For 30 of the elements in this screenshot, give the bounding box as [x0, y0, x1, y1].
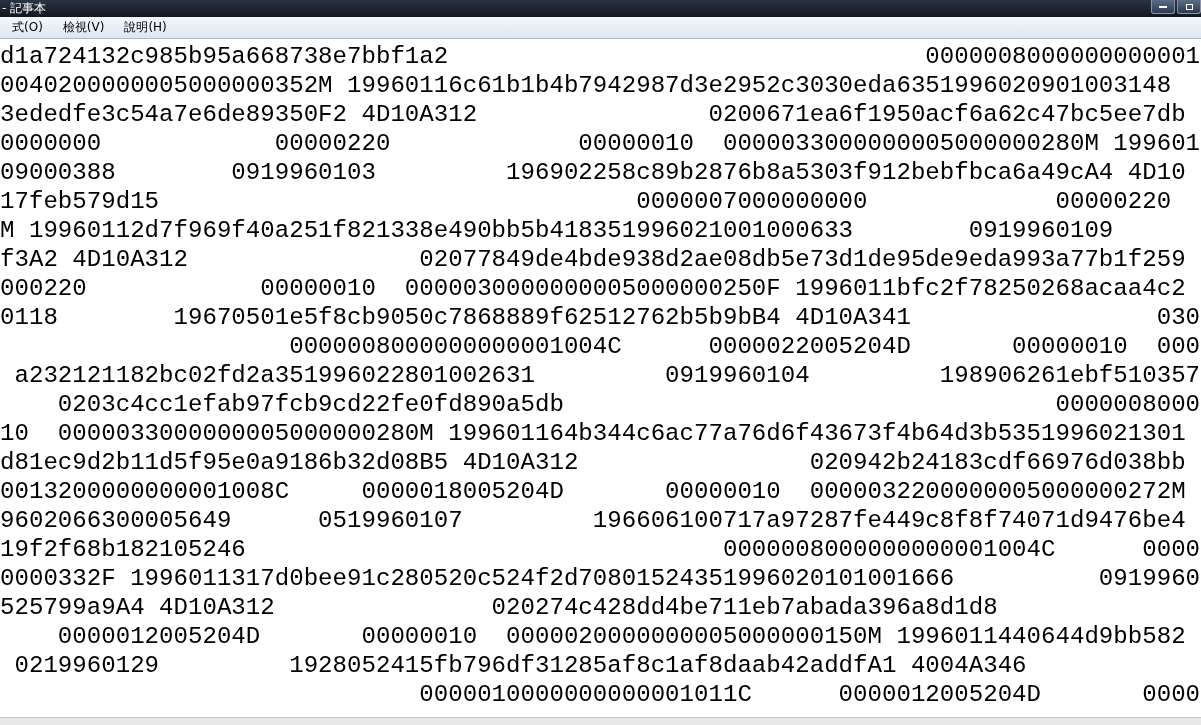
text-line: 10 0000033000000005000000280M 199601164b344c6ac77a76d6f43673f4b64d3b5351996021301: [0, 419, 1187, 448]
maximize-button[interactable]: [1177, 0, 1201, 14]
text-line: 525799a9A4 4D10A312 020274c428dd4be711eb7abada396a8d1d8: [0, 593, 999, 622]
horizontal-scrollbar[interactable]: [0, 717, 1201, 725]
text-line: 0000008000000000001004C 0000022005204D 00000010 000: [288, 332, 1201, 361]
text-line: 0000012005204D 00000010 0000020000000005000000150M 1996011440644d9bb582: [56, 622, 1187, 651]
text-line: 3ededfe3c54a7e6de89350F2 4D10A312 0200671ea6f1950acf6a62c47bc5ee7db: [0, 100, 1187, 129]
text-line: 0000000 00000220 00000010 0000033000000005000000280M 199601: [0, 129, 1201, 158]
text-line: 19f2f68b182105246 0000008000000000001004C 0000: [0, 535, 1201, 564]
text-line: 0040200000005000000352M 19960116c61b1b4b7942987d3e2952c3030eda6351996020901003148: [0, 71, 1173, 100]
text-line: M 19960112d7f969f40a251f821338e490bb5b418351996021001000633 0919960109: [0, 216, 1115, 245]
minimize-button[interactable]: [1151, 0, 1175, 14]
text-line: 09000388 0919960103 196902258c89b2876b8a5303f912bebfbca6a49cA4 4D10: [0, 158, 1187, 187]
text-line: f3A2 4D10A312 02077849de4bde938d2ae08db5e73d1de95de9eda993a77b1f259: [0, 245, 1187, 274]
menu-item[interactable]: 說明(H): [122, 19, 169, 36]
text-line: 9602066300005649 0519960107 196606100717a97287fe449c8f8f74071d9476be4: [0, 506, 1187, 535]
menu-item[interactable]: 檢視(V): [60, 19, 107, 36]
text-line: d81ec9d2b11d5f95e0a9186b32d08B5 4D10A312 020942b24183cdf66976d038bb: [0, 448, 1187, 477]
text-line: 17feb579d15 0000007000000000 00000220: [0, 187, 1173, 216]
text-line: 0000332F 1996011317d0bee91c280520c524f2d70801524351996020101001666 0919960: [0, 564, 1201, 593]
text-line: d1a724132c985b95a668738e7bbf1a2 0000008000000000001: [0, 42, 1201, 71]
text-line: 0118 19670501e5f8cb9050c7868889f62512762b5b9bB4 4D10A341 030: [0, 303, 1201, 332]
window-title: - 記事本: [1, 0, 47, 17]
text-line: 0219960129 1928052415fb796df31285af8c1af8daab42addfA1 4004A346: [13, 651, 1028, 680]
menu-item[interactable]: 式(O): [10, 19, 45, 36]
text-line: 0203c4cc1efab97fcb9cd22fe0fd890a5db 0000008000: [56, 390, 1201, 419]
text-line: 0013200000000001008C 0000018005204D 00000010 0000032200000005000000272M: [0, 477, 1187, 506]
text-line: 000220 00000010 0000030000000005000000250F 1996011bfc2f78250268acaa4c2: [0, 274, 1187, 303]
text-line: 0000010000000000001011C 0000012005204D 0000: [418, 680, 1201, 709]
text-line: a232121182bc02fd2a351996022801002631 0919960104 198906261ebf510357: [13, 361, 1201, 390]
